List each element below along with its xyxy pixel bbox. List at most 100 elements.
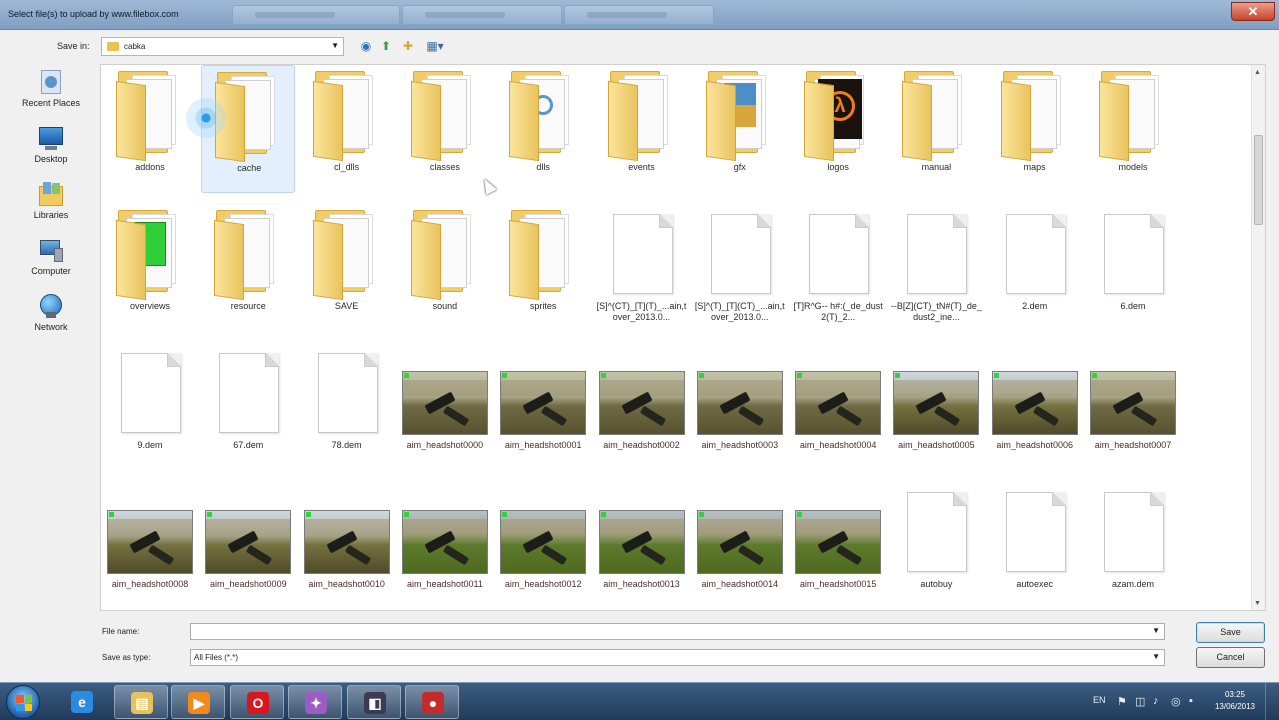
file-item[interactable]: autoexec — [988, 482, 1082, 610]
folder-item[interactable]: sound — [398, 204, 492, 332]
opera-icon: O — [247, 692, 269, 714]
place-computer[interactable]: Computer — [2, 234, 100, 290]
item-label: aim_headshot0013 — [603, 579, 680, 589]
folder-item[interactable]: resource — [201, 204, 295, 332]
place-desktop[interactable]: Desktop — [2, 122, 100, 178]
video-file-item[interactable]: aim_headshot0013 — [595, 482, 689, 610]
file-item[interactable]: autobuy — [889, 482, 983, 610]
save-as-type-select[interactable]: All Files (*.*) ▼ — [190, 649, 1165, 666]
file-item[interactable]: 6.dem — [1086, 204, 1180, 332]
save-in-combo[interactable]: cabka ▼ — [101, 37, 344, 56]
folder-item[interactable]: maps — [988, 65, 1082, 193]
internet-explorer-taskbar-button[interactable]: e — [55, 685, 109, 719]
video-file-item[interactable]: aim_headshot0003 — [693, 343, 787, 471]
video-file-item[interactable]: aim_headshot0009 — [201, 482, 295, 610]
app-purple-taskbar-button[interactable]: ✦ — [288, 685, 342, 719]
video-file-item[interactable]: aim_headshot0004 — [791, 343, 885, 471]
scroll-down-icon[interactable]: ▼ — [1254, 600, 1261, 607]
tray-app-icon[interactable]: ▪ — [1189, 695, 1193, 707]
place-recent-places[interactable]: Recent Places — [2, 66, 100, 122]
screen-recorder-icon: ● — [422, 692, 444, 714]
start-button[interactable] — [6, 685, 40, 719]
view-menu-icon[interactable]: ▦▾ — [423, 38, 447, 54]
action-center-icon[interactable]: ⚑ — [1117, 695, 1127, 708]
folder-item[interactable]: dlls — [496, 65, 590, 193]
folder-icon — [201, 204, 295, 302]
save-button[interactable]: Save — [1196, 622, 1265, 643]
video-file-item[interactable]: aim_headshot0011 — [398, 482, 492, 610]
video-file-item[interactable]: aim_headshot0012 — [496, 482, 590, 610]
folder-item[interactable]: SAVE — [300, 204, 394, 332]
video-file-item[interactable]: aim_headshot0008 — [103, 482, 197, 610]
tray-app-icon[interactable]: ◎ — [1171, 695, 1181, 708]
document-icon — [791, 204, 885, 302]
screen-recorder-taskbar-button[interactable]: ● — [405, 685, 459, 719]
network-tray-icon[interactable]: ◫ — [1135, 695, 1145, 708]
document-icon — [1086, 482, 1180, 580]
video-file-item[interactable]: aim_headshot0015 — [791, 482, 885, 610]
place-label: Network — [34, 322, 68, 332]
folder-item[interactable]: overviews — [103, 204, 197, 332]
folder-item[interactable]: gfx — [693, 65, 787, 193]
folder-item[interactable]: classes — [398, 65, 492, 193]
app-dark-taskbar-button[interactable]: ◧ — [347, 685, 401, 719]
video-file-item[interactable]: aim_headshot0005 — [889, 343, 983, 471]
file-item[interactable]: 78.dem — [300, 343, 394, 471]
video-file-item[interactable]: aim_headshot0007 — [1086, 343, 1180, 471]
video-file-item[interactable]: aim_headshot0010 — [300, 482, 394, 610]
folder-item[interactable]: manual — [889, 65, 983, 193]
video-file-item[interactable]: aim_headshot0006 — [988, 343, 1082, 471]
folder-item[interactable]: events — [595, 65, 689, 193]
video-thumbnail — [496, 343, 590, 441]
file-item[interactable]: azam.dem — [1086, 482, 1180, 610]
windows-explorer-taskbar-button[interactable]: ▤ — [114, 685, 168, 719]
folder-item[interactable]: cl_dlls — [300, 65, 394, 193]
computer-icon — [36, 236, 66, 264]
item-label: aim_headshot0015 — [799, 579, 877, 589]
cancel-button[interactable]: Cancel — [1196, 647, 1265, 668]
chevron-down-icon[interactable]: ▼ — [1152, 626, 1160, 635]
close-button[interactable]: ✕ — [1231, 2, 1275, 21]
folder-item[interactable]: λ logos — [791, 65, 885, 193]
opera-taskbar-button[interactable]: O — [230, 685, 284, 719]
file-item[interactable]: --B[Z](CT)_tN#(T)_de_dust2_ine... — [889, 204, 983, 332]
volume-icon[interactable]: ♪ — [1153, 695, 1159, 707]
show-desktop-button[interactable] — [1265, 683, 1279, 720]
file-item[interactable]: [S]^(T)_[T](CT)_...ain,t over_2013.0... — [693, 204, 787, 332]
video-file-item[interactable]: aim_headshot0014 — [693, 482, 787, 610]
folder-icon — [889, 65, 983, 163]
file-item[interactable]: 2.dem — [988, 204, 1082, 332]
video-thumbnail — [300, 482, 394, 580]
up-folder-icon[interactable]: ⬆ — [378, 38, 394, 54]
document-icon — [988, 204, 1082, 302]
folder-icon — [496, 65, 590, 163]
file-item[interactable]: [S]^(CT)_[T](T)_...ain,t over_2013.0... — [595, 204, 689, 332]
video-thumbnail — [595, 482, 689, 580]
file-item[interactable]: [T]R^G-- h#:(_de_dust2(T)_2... — [791, 204, 885, 332]
video-file-item[interactable]: aim_headshot0002 — [595, 343, 689, 471]
folder-icon — [398, 65, 492, 163]
scrollbar-thumb[interactable] — [1254, 135, 1263, 225]
background-tab — [564, 5, 714, 25]
language-indicator[interactable]: EN — [1093, 695, 1106, 705]
place-libraries[interactable]: Libraries — [2, 178, 100, 234]
folder-item[interactable]: models — [1086, 65, 1180, 193]
internet-explorer-icon: e — [71, 691, 93, 713]
file-item[interactable]: 9.dem — [103, 343, 197, 471]
scroll-up-icon[interactable]: ▲ — [1254, 69, 1261, 76]
file-icon-view[interactable]: ▲ ▼ addons cache cl_dlls classes dlls events g… — [100, 64, 1266, 611]
clock[interactable]: 03:25 13/06/2013 — [1215, 689, 1255, 713]
new-folder-icon[interactable]: ✚ — [400, 38, 416, 54]
video-file-item[interactable]: aim_headshot0000 — [398, 343, 492, 471]
file-item[interactable]: 67.dem — [201, 343, 295, 471]
video-file-item[interactable]: aim_headshot0001 — [496, 343, 590, 471]
place-network[interactable]: Network — [2, 290, 100, 346]
folder-item[interactable]: sprites — [496, 204, 590, 332]
taskbar: e ▤ ▶ O ✦ ◧ ● EN ⚑ ◫ ♪ ◎ ▪ 03:25 13/06/2013 — [0, 682, 1279, 720]
video-thumbnail — [398, 343, 492, 441]
vertical-scrollbar[interactable]: ▲ ▼ — [1251, 65, 1265, 610]
file-name-field[interactable]: ▼ — [190, 623, 1165, 640]
back-icon[interactable]: ◉ — [358, 38, 374, 54]
folder-item[interactable]: addons — [103, 65, 197, 193]
media-player-taskbar-button[interactable]: ▶ — [171, 685, 225, 719]
